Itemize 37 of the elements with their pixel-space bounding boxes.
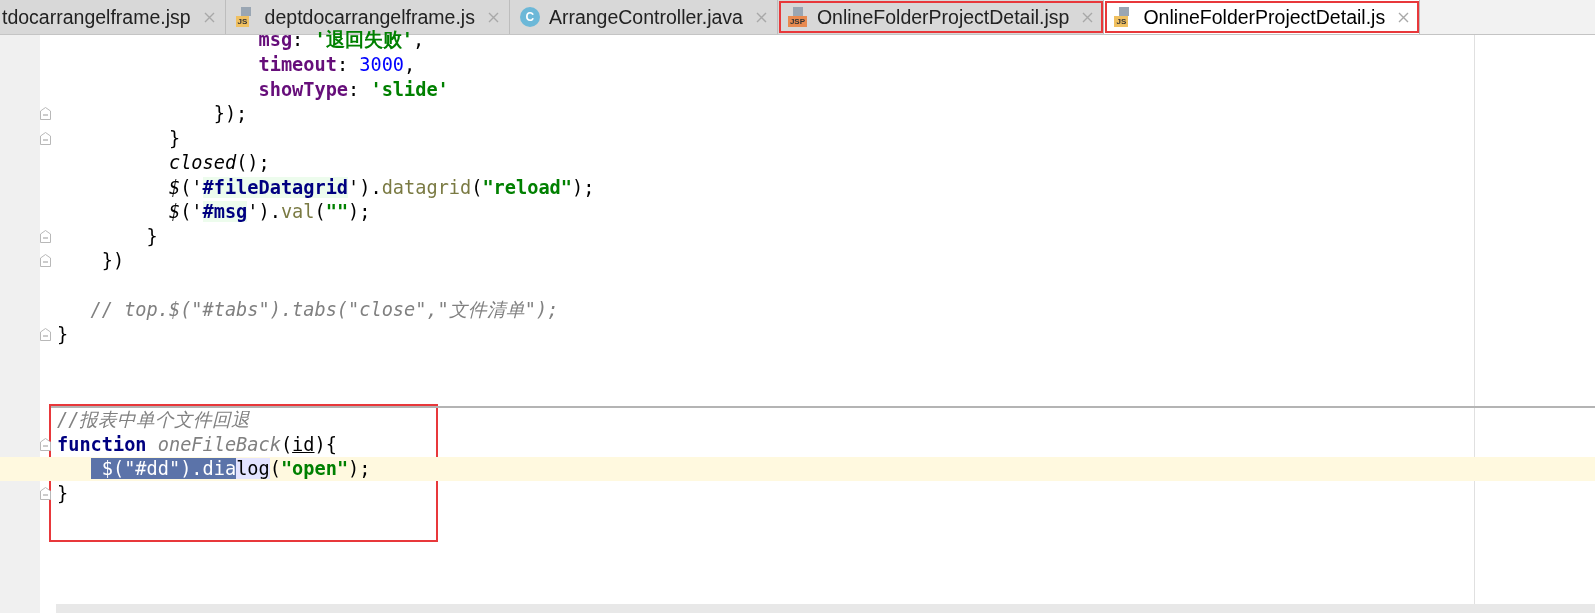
fold-marker-icon[interactable] — [40, 131, 51, 145]
tab-label: deptdocarrangelframe.js — [264, 5, 475, 29]
code-line: }); — [212, 103, 248, 125]
close-icon[interactable] — [755, 11, 767, 23]
code-line: $('#msg').val(""); — [167, 201, 371, 223]
editor-tab[interactable]: tdocarrangelframe.jsp — [0, 0, 226, 34]
code-line: //报表中单个文件回退 — [57, 407, 251, 432]
code-line: } — [57, 323, 69, 345]
code-line: } — [167, 127, 181, 149]
fold-marker-icon[interactable] — [40, 107, 51, 121]
tab-label: OnlineFolderProjectDetail.jsp — [816, 5, 1070, 29]
code-line: $('#fileDatagrid').datagrid("reload"); — [167, 176, 595, 198]
tab-label: OnlineFolderProjectDetail.js — [1143, 5, 1386, 29]
code-line: }) — [100, 250, 125, 272]
fold-marker-icon[interactable] — [40, 486, 51, 500]
editor-tab[interactable]: JSP OnlineFolderProjectDetail.jsp — [777, 0, 1105, 34]
class-icon: C — [519, 7, 540, 27]
fold-marker-icon[interactable] — [40, 437, 51, 451]
code-line: closed(); — [167, 152, 270, 174]
code-line: } — [145, 225, 158, 247]
fold-marker-icon[interactable] — [40, 254, 51, 268]
editor-tab[interactable]: JS OnlineFolderProjectDetail.js — [1104, 0, 1421, 34]
close-icon[interactable] — [1082, 11, 1094, 23]
close-icon[interactable] — [203, 11, 215, 23]
close-icon[interactable] — [487, 11, 499, 23]
code-line: timeout: 3000, — [257, 54, 416, 76]
code-line: showType: 'slide' — [257, 78, 449, 100]
code-line: // top.$("#tabs").tabs("close","文件清单"); — [89, 297, 559, 322]
tab-label: ArrangeController.java — [548, 5, 743, 29]
fold-marker-icon[interactable] — [40, 229, 51, 243]
code-line: function oneFileBack(id){ — [57, 433, 337, 455]
tab-label: tdocarrangelframe.jsp — [2, 5, 191, 29]
code-line: } — [57, 482, 69, 504]
close-icon[interactable] — [1398, 11, 1410, 23]
code-line: $("#dd").dialog("open"); — [57, 458, 371, 480]
editor-tab[interactable]: C ArrangeController.java — [509, 0, 778, 34]
fold-marker-icon[interactable] — [40, 327, 51, 341]
